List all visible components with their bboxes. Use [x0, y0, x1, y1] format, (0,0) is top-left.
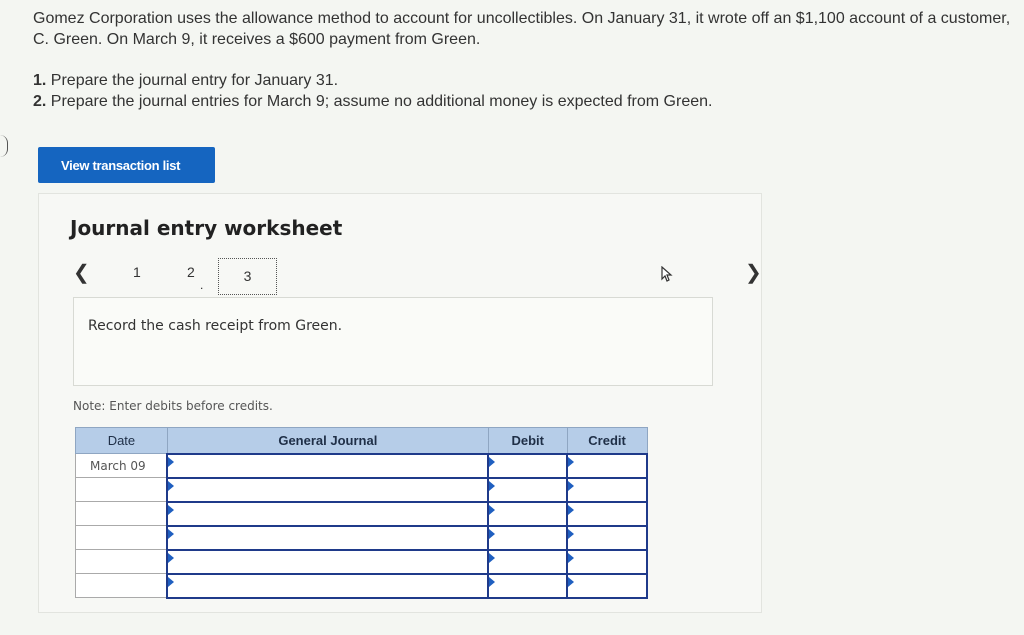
date-cell[interactable] — [75, 549, 168, 574]
journal-entry-worksheet: Journal entry worksheet ❮ 1 2 . 3 ❯ Reco… — [38, 193, 762, 613]
debit-input[interactable] — [487, 524, 569, 551]
dropdown-marker-icon — [489, 480, 496, 491]
dropdown-marker-icon — [168, 480, 175, 491]
dropdown-marker-icon — [168, 528, 175, 539]
date-cell[interactable] — [75, 501, 168, 526]
journal-row — [75, 500, 648, 527]
debit-input[interactable] — [487, 452, 569, 479]
dropdown-marker-icon — [168, 504, 175, 515]
worksheet-title: Journal entry worksheet — [70, 216, 343, 240]
instructions-list: 1. Prepare the journal entry for January… — [33, 70, 712, 112]
mouse-pointer-icon — [661, 265, 673, 285]
page-edge-mark — [0, 135, 8, 157]
account-input[interactable] — [166, 476, 490, 503]
account-input[interactable] — [166, 500, 490, 527]
credit-input[interactable] — [566, 548, 648, 575]
view-transaction-list-button[interactable]: View transaction list — [38, 147, 215, 183]
dropdown-marker-icon — [568, 576, 575, 587]
credit-column-header: Credit — [566, 427, 648, 454]
journal-table: Date General Journal Debit Credit March … — [75, 427, 648, 599]
journal-row: March 09 — [75, 452, 648, 479]
dropdown-marker-icon — [489, 528, 496, 539]
dropdown-marker-icon — [168, 552, 175, 563]
general-journal-column-header: General Journal — [166, 427, 489, 454]
dropdown-marker-icon — [568, 456, 575, 467]
journal-row — [75, 572, 648, 599]
debit-input[interactable] — [487, 476, 569, 503]
date-cell[interactable] — [75, 477, 168, 502]
dropdown-marker-icon — [568, 504, 575, 515]
dropdown-marker-icon — [168, 576, 175, 587]
dropdown-marker-icon — [568, 552, 575, 563]
dropdown-marker-icon — [568, 528, 575, 539]
journal-row — [75, 548, 648, 575]
account-input[interactable] — [166, 524, 490, 551]
entry-instruction: Record the cash receipt from Green. — [73, 297, 713, 386]
credit-input[interactable] — [566, 572, 648, 599]
step-2: 2. Prepare the journal entries for March… — [33, 93, 713, 110]
debit-input[interactable] — [487, 548, 569, 575]
account-input[interactable] — [166, 548, 490, 575]
page-indicator-dot: . — [200, 278, 204, 292]
account-input[interactable] — [166, 452, 490, 479]
date-cell[interactable] — [75, 573, 168, 598]
journal-row — [75, 524, 648, 551]
journal-header-row: Date General Journal Debit Credit — [75, 427, 648, 454]
page-1-tab[interactable]: 1 — [133, 264, 141, 280]
dropdown-marker-icon — [489, 576, 496, 587]
credit-input[interactable] — [566, 476, 648, 503]
debit-input[interactable] — [487, 500, 569, 527]
date-cell[interactable] — [75, 525, 168, 550]
credit-input[interactable] — [566, 452, 648, 479]
note-text: Note: Enter debits before credits. — [73, 399, 273, 413]
step-1: 1. Prepare the journal entry for January… — [33, 72, 339, 89]
dropdown-marker-icon — [568, 480, 575, 491]
date-cell[interactable]: March 09 — [75, 453, 168, 478]
dropdown-marker-icon — [489, 552, 496, 563]
chevron-left-icon[interactable]: ❮ — [73, 260, 90, 285]
date-column-header: Date — [75, 427, 168, 454]
debit-column-header: Debit — [487, 427, 568, 454]
credit-input[interactable] — [566, 500, 648, 527]
problem-statement: Gomez Corporation uses the allowance met… — [33, 10, 1011, 48]
worksheet-pager: ❮ 1 2 . 3 ❯ — [73, 258, 762, 298]
chevron-right-icon[interactable]: ❯ — [745, 260, 762, 285]
dropdown-marker-icon — [168, 456, 175, 467]
page-2-tab[interactable]: 2 — [187, 264, 195, 280]
page-3-tab[interactable]: 3 — [218, 258, 277, 295]
journal-row — [75, 476, 648, 503]
account-input[interactable] — [166, 572, 490, 599]
dropdown-marker-icon — [489, 456, 496, 467]
debit-input[interactable] — [487, 572, 569, 599]
dropdown-marker-icon — [489, 504, 496, 515]
credit-input[interactable] — [566, 524, 648, 551]
